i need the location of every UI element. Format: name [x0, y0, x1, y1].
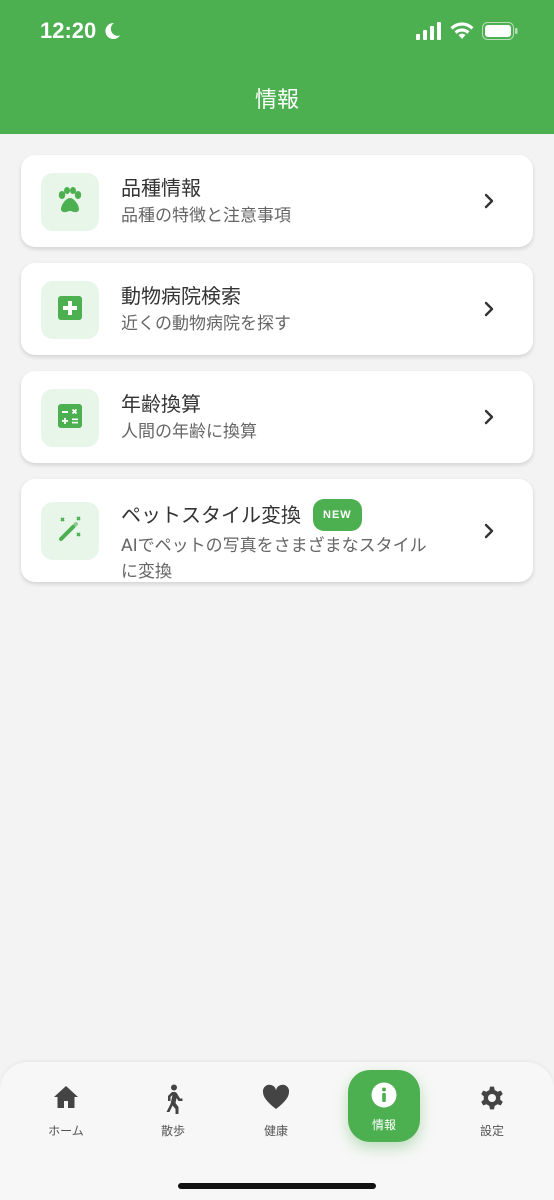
bottom-tab-bar: ホーム 散歩 健康 情報 設定 [0, 1062, 554, 1200]
battery-icon [482, 22, 518, 44]
card-subtitle: AIでペットの写真をさまざまなスタイル に変換 [121, 533, 513, 585]
moon-icon [102, 21, 122, 45]
walk-icon [128, 1084, 218, 1115]
chevron-right-icon [483, 522, 495, 540]
chevron-right-icon [483, 300, 495, 318]
card-title: 年齢換算 [121, 392, 201, 416]
info-icon [348, 1082, 420, 1110]
breed-info-card[interactable]: 品種情報 品種の特徴と注意事項 [21, 155, 533, 247]
tab-label: 情報 [371, 1118, 396, 1132]
paw-icon [56, 187, 84, 217]
app-header: 12:20 情報 [0, 0, 554, 134]
card-icon-box [41, 389, 99, 447]
card-icon-box [41, 502, 99, 560]
wifi-icon [450, 22, 474, 44]
tab-settings[interactable]: 設定 [447, 1084, 537, 1154]
card-subtitle: 品種の特徴と注意事項 [121, 206, 291, 226]
status-time: 12:20 [40, 18, 97, 43]
medical-cross-icon [58, 296, 82, 324]
vet-search-card[interactable]: 動物病院検索 近くの動物病院を探す [21, 263, 533, 355]
status-icons [416, 22, 518, 44]
info-menu-list: 品種情報 品種の特徴と注意事項 動物病院検索 近くの動物病院を探す 年齢換算 人… [21, 155, 533, 598]
tab-label: 設定 [479, 1124, 504, 1138]
calculator-icon [58, 404, 82, 432]
card-icon-box [41, 173, 99, 231]
tab-home[interactable]: ホーム [21, 1084, 111, 1154]
cellular-signal-icon [416, 22, 442, 44]
card-subtitle-line1: AIでペットの写真をさまざまなスタイル [121, 536, 427, 556]
card-title: 動物病院検索 [121, 284, 241, 308]
page-title: 情報 [254, 88, 299, 113]
pet-style-transform-card[interactable]: ペットスタイル変換 NEW AIでペットの写真をさまざまなスタイル に変換 [21, 479, 533, 582]
card-icon-box [41, 281, 99, 339]
chevron-right-icon [483, 408, 495, 426]
tab-walk[interactable]: 散歩 [128, 1084, 218, 1154]
tab-health[interactable]: 健康 [231, 1084, 321, 1154]
tab-label: 散歩 [160, 1124, 185, 1138]
card-subtitle-line2: に変換 [121, 562, 172, 582]
heart-icon [231, 1084, 321, 1114]
home-indicator[interactable] [178, 1183, 376, 1189]
tab-label: 健康 [263, 1124, 288, 1138]
new-badge: NEW [313, 499, 362, 531]
tab-label: ホーム [48, 1124, 84, 1138]
chevron-right-icon [483, 192, 495, 210]
card-title-text: ペットスタイル変換 [121, 503, 301, 527]
status-bar: 12:20 [0, 0, 554, 64]
magic-wand-icon [56, 515, 84, 547]
gear-icon [447, 1084, 537, 1114]
card-title: ペットスタイル変換 NEW [121, 499, 513, 531]
card-title: 品種情報 [121, 176, 201, 200]
card-subtitle: 人間の年齢に換算 [121, 422, 257, 442]
age-conversion-card[interactable]: 年齢換算 人間の年齢に換算 [21, 371, 533, 463]
card-subtitle: 近くの動物病院を探す [121, 314, 291, 334]
tab-info[interactable]: 情報 [348, 1070, 420, 1142]
home-icon [21, 1084, 111, 1114]
